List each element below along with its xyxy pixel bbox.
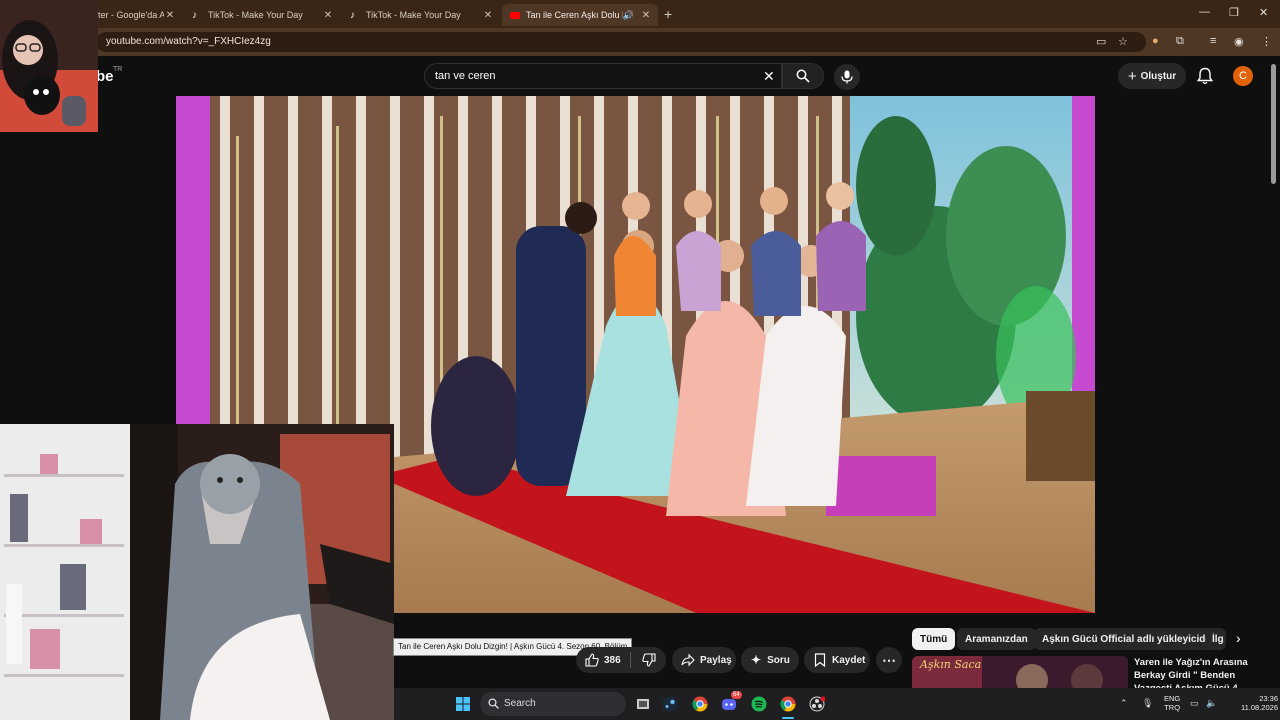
input-language[interactable]: ENG TRQ bbox=[1164, 694, 1180, 712]
tab-youtube-active[interactable]: Tan ile Ceren Aşkı Dolu Dizgi 🔊 ✕ bbox=[502, 4, 658, 26]
create-label: Oluştur bbox=[1140, 70, 1177, 82]
tab-title: ter - Google'da A bbox=[98, 10, 164, 20]
taskbar-search-label: Search bbox=[504, 698, 536, 709]
thumbs-up-icon bbox=[585, 653, 599, 667]
tab-close-icon[interactable]: ✕ bbox=[322, 10, 334, 21]
browser-tab-bar: ter - Google'da A ✕ ♪ TikTok - Make Your… bbox=[0, 0, 1280, 28]
volume-icon[interactable]: 🔈 bbox=[1206, 698, 1217, 709]
tab-title: TikTok - Make Your Day bbox=[208, 10, 303, 20]
webcam-overlay-bottom bbox=[0, 424, 394, 720]
steam-icon[interactable] bbox=[662, 696, 678, 712]
sparkle-icon: ✦ bbox=[751, 653, 762, 667]
share-button[interactable]: Paylaş bbox=[672, 647, 736, 673]
youtube-favicon-icon bbox=[510, 11, 520, 19]
close-window-icon[interactable]: ✕ bbox=[1259, 6, 1268, 19]
search-input[interactable]: tan ve ceren ✕ bbox=[424, 63, 782, 89]
like-dislike-group: 386 bbox=[576, 647, 666, 673]
windows-taskbar: Search 64 ⌃ 🎙 ENG TRQ ▭ 🔈 23:36 11.08.20… bbox=[394, 688, 1280, 720]
minimize-icon[interactable]: — bbox=[1199, 6, 1210, 18]
bookmark-star-icon[interactable]: ☆ bbox=[1118, 35, 1128, 48]
chip-related[interactable]: İlg bbox=[1206, 628, 1226, 650]
plus-icon: + bbox=[1127, 67, 1137, 85]
microphone-icon bbox=[841, 70, 853, 84]
clock[interactable]: 23:36 11.08.2026 bbox=[1222, 694, 1278, 712]
webcam-overlay-top bbox=[0, 0, 98, 132]
active-app-indicator bbox=[782, 717, 794, 719]
more-icon: ⋯ bbox=[882, 651, 896, 668]
bookmark-icon bbox=[814, 653, 826, 667]
task-view-icon[interactable] bbox=[635, 696, 651, 712]
audio-playing-icon[interactable]: 🔊 bbox=[623, 10, 634, 21]
search-icon bbox=[796, 69, 810, 83]
clock-time: 23:36 bbox=[1259, 694, 1278, 703]
like-button[interactable]: 386 bbox=[576, 652, 632, 668]
chrome-active-icon[interactable] bbox=[780, 696, 796, 712]
maximize-icon[interactable]: ❐ bbox=[1229, 6, 1239, 19]
tray-overflow-icon[interactable]: ⌃ bbox=[1120, 698, 1128, 709]
network-icon[interactable]: ▭ bbox=[1190, 698, 1199, 709]
reading-list-icon[interactable]: ≡ bbox=[1210, 35, 1216, 47]
page-scrollbar[interactable] bbox=[1271, 64, 1276, 184]
clock-date: 11.08.2026 bbox=[1241, 703, 1278, 712]
chip-from-search[interactable]: Aramanızdan bbox=[957, 628, 1036, 650]
microphone-tray-icon[interactable]: 🎙 bbox=[1142, 698, 1153, 709]
url-text[interactable]: youtube.com/watch?v=_FXHCIez4zg bbox=[106, 36, 271, 47]
tab-tiktok-1[interactable]: ♪ TikTok - Make Your Day ✕ bbox=[184, 4, 340, 26]
chip-all[interactable]: Tümü bbox=[912, 628, 956, 650]
thumbnail-text: Aşkın Saca bbox=[920, 658, 982, 671]
account-avatar[interactable]: C bbox=[1233, 66, 1253, 86]
search-value: tan ve ceren bbox=[435, 70, 496, 82]
cast-icon[interactable]: ▭ bbox=[1096, 35, 1106, 48]
share-icon bbox=[681, 653, 695, 667]
windows-start-icon[interactable] bbox=[455, 696, 471, 712]
search-icon bbox=[488, 698, 499, 709]
chip-uploader[interactable]: Aşkın Gücü Official adlı yükleyiciden bbox=[1034, 628, 1226, 650]
language-secondary: TRQ bbox=[1164, 703, 1181, 712]
spotify-icon[interactable] bbox=[751, 696, 767, 712]
tab-close-icon[interactable]: ✕ bbox=[482, 10, 494, 21]
profile-icon[interactable]: ◉ bbox=[1234, 35, 1244, 48]
ask-label: Soru bbox=[767, 654, 790, 666]
ask-button[interactable]: ✦ Soru bbox=[741, 647, 799, 673]
language-primary: ENG bbox=[1164, 694, 1181, 703]
tiktok-icon: ♪ bbox=[350, 9, 355, 21]
recommendation-title[interactable]: Yaren ile Yağız'ın Arasına Berkay Girdi … bbox=[1134, 656, 1274, 688]
obs-icon[interactable] bbox=[809, 696, 825, 712]
chevron-right-icon[interactable]: › bbox=[1236, 630, 1241, 646]
extension-icon[interactable]: ● bbox=[1152, 35, 1159, 47]
discord-badge: 64 bbox=[731, 691, 742, 699]
new-tab-button[interactable]: + bbox=[664, 6, 672, 22]
youtube-logo[interactable]: be bbox=[96, 68, 114, 85]
thumbs-down-icon bbox=[642, 653, 656, 667]
omnibox[interactable]: youtube.com/watch?v=_FXHCIez4zg bbox=[96, 32, 1146, 52]
taskbar-search[interactable]: Search bbox=[480, 692, 626, 716]
tab-title: TikTok - Make Your Day bbox=[366, 10, 461, 20]
more-actions-button[interactable]: ⋯ bbox=[876, 647, 902, 673]
tab-close-icon[interactable]: ✕ bbox=[640, 10, 652, 21]
notifications-bell-icon[interactable] bbox=[1197, 67, 1213, 85]
like-count: 386 bbox=[604, 654, 621, 666]
create-button[interactable]: + Oluştur bbox=[1118, 63, 1186, 89]
share-label: Paylaş bbox=[700, 654, 732, 666]
tab-google[interactable]: ter - Google'da A ✕ bbox=[90, 4, 182, 26]
webcam-room-image bbox=[0, 424, 394, 720]
save-button[interactable]: Kaydet bbox=[804, 647, 870, 673]
youtube-header: be TR tan ve ceren ✕ + Oluştur C bbox=[0, 56, 1280, 96]
address-bar: youtube.com/watch?v=_FXHCIez4zg ▭ ☆ ● ⧉ … bbox=[0, 28, 1280, 56]
search-button[interactable] bbox=[782, 63, 824, 89]
puzzle-icon[interactable]: ⧉ bbox=[1176, 35, 1184, 48]
voice-search-button[interactable] bbox=[834, 64, 860, 90]
recommendation-thumbnail[interactable]: Aşkın Saca bbox=[912, 656, 1128, 688]
menu-icon[interactable]: ⋮ bbox=[1261, 35, 1272, 48]
tab-tiktok-2[interactable]: ♪ TikTok - Make Your Day ✕ bbox=[342, 4, 500, 26]
dislike-button[interactable] bbox=[631, 653, 666, 667]
tiktok-icon: ♪ bbox=[192, 9, 197, 21]
save-label: Kaydet bbox=[832, 654, 866, 666]
webcam-streamer-image bbox=[0, 0, 98, 132]
chrome-icon[interactable] bbox=[692, 696, 708, 712]
region-label: TR bbox=[113, 66, 123, 73]
tab-title: Tan ile Ceren Aşkı Dolu Dizgi bbox=[526, 10, 623, 20]
tab-close-icon[interactable]: ✕ bbox=[164, 10, 176, 21]
clear-search-icon[interactable]: ✕ bbox=[763, 68, 775, 85]
